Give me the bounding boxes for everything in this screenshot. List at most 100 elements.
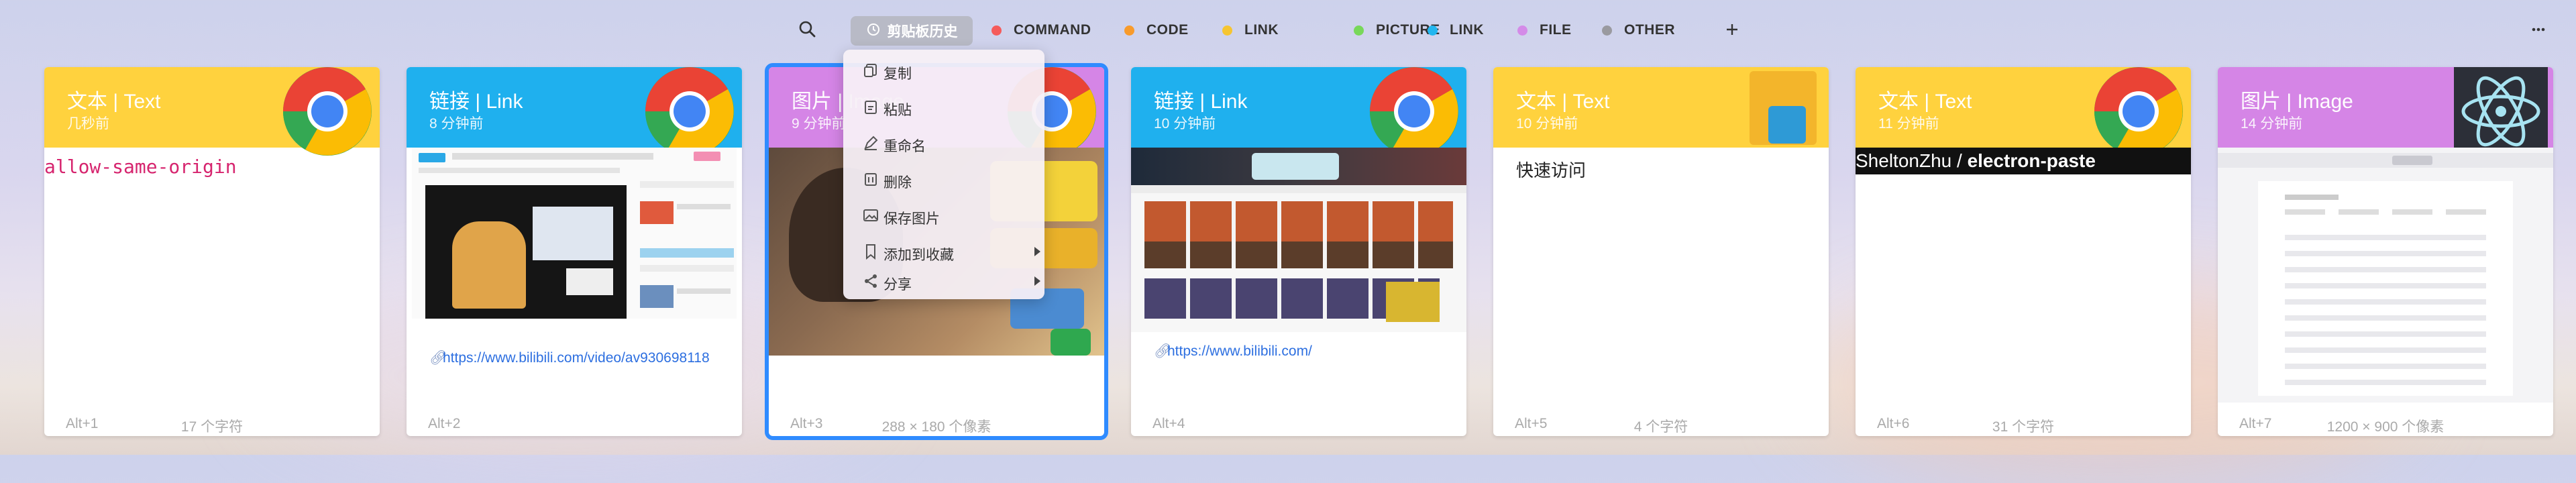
more-icon[interactable] xyxy=(2528,19,2549,40)
category-label: FILE xyxy=(1540,22,1572,38)
submenu-arrow-icon xyxy=(1034,276,1040,286)
menu-item-copy[interactable]: 复制 xyxy=(843,54,1044,87)
menu-item-paste[interactable]: 粘贴 xyxy=(843,90,1044,123)
card-time: 10 分钟前 xyxy=(1154,116,1216,131)
link-icon: 🔗︎ xyxy=(429,350,447,366)
card-link[interactable]: 🔗︎https://www.bilibili.com/video/av93069… xyxy=(429,349,724,368)
search-icon[interactable] xyxy=(797,19,818,40)
card-time: 11 分钟前 xyxy=(1878,116,1939,131)
clip-card[interactable]: 文本 | Text 几秒前 allow-same-origin Alt+1 17… xyxy=(44,67,380,436)
category-code[interactable]: CODE xyxy=(1124,20,1189,40)
card-info: 4 个字符 xyxy=(1633,419,1688,435)
card-header: 链接 | Link 10 分钟前 xyxy=(1131,67,1466,156)
card-link[interactable]: 🔗︎https://www.bilibili.com/ xyxy=(1154,342,1449,361)
card-info: 17 个字符 xyxy=(180,419,244,435)
clip-card[interactable]: 图片 | Image 14 分钟前 Alt+7 1200 × 900 个像素 xyxy=(2218,67,2553,436)
menu-item-label: 保存图片 xyxy=(883,211,940,227)
category-label: OTHER xyxy=(1624,22,1675,38)
repo-name: electron-paste xyxy=(1967,150,2096,171)
card-header: 图片 | Image 14 分钟前 xyxy=(2218,67,2553,158)
card-footer: Alt+7 1200 × 900 个像素 xyxy=(2218,402,2553,436)
image-icon xyxy=(862,207,879,224)
plus-icon[interactable] xyxy=(1721,19,1743,40)
category-dot xyxy=(991,25,1002,36)
category-dot xyxy=(1517,25,1527,36)
card-body: 🔗︎https://www.bilibili.com/video/av93069… xyxy=(407,148,742,402)
card-time: 10 分钟前 xyxy=(1516,116,1578,131)
history-tab-label: 剪贴板历史 xyxy=(887,24,958,40)
card-content: allow-same-origin xyxy=(44,156,237,178)
card-shortcut: Alt+2 xyxy=(428,416,461,431)
page-preview-image xyxy=(412,148,737,319)
electron-icon xyxy=(2454,67,2548,158)
category-dot xyxy=(1354,25,1364,36)
card-time: 14 分钟前 xyxy=(2241,116,2303,131)
chrome-icon xyxy=(645,67,734,156)
menu-item-add-favorite[interactable]: 添加到收藏 xyxy=(843,235,1044,268)
share-icon xyxy=(862,272,879,290)
card-header: 文本 | Text 几秒前 xyxy=(44,67,380,156)
card-title: 文本 | Text xyxy=(1516,91,1610,113)
settings-preview-image xyxy=(2218,148,2553,402)
menu-item-rename[interactable]: 重命名 xyxy=(843,126,1044,160)
chrome-icon xyxy=(1370,67,1458,156)
card-content: SheltonZhu / electron-paste xyxy=(1856,148,2191,174)
chrome-icon xyxy=(2094,67,2183,156)
menu-item-label: 粘贴 xyxy=(883,103,912,118)
repo-owner: SheltonZhu / xyxy=(1856,150,1968,171)
category-file[interactable]: FILE xyxy=(1517,20,1572,40)
category-link[interactable]: LINK xyxy=(1428,20,1484,40)
category-label: LINK xyxy=(1450,22,1484,38)
card-info: 31 个字符 xyxy=(1992,419,2055,435)
card-time: 9 分钟前 xyxy=(792,116,846,131)
card-footer: Alt+5 4 个字符 xyxy=(1493,402,1829,436)
category-label: COMMAND xyxy=(1014,22,1091,38)
page-preview-image xyxy=(1131,148,1466,332)
card-body: 🔗︎https://www.bilibili.com/ xyxy=(1131,148,1466,402)
card-body: allow-same-origin xyxy=(44,148,380,402)
card-body: 快速访问 xyxy=(1493,148,1829,402)
history-tab[interactable]: 剪贴板历史 xyxy=(851,16,973,46)
menu-item-save-image[interactable]: 保存图片 xyxy=(843,199,1044,232)
card-footer: Alt+2 xyxy=(407,402,742,436)
card-time: 几秒前 xyxy=(67,116,109,131)
menu-item-delete[interactable]: 删除 xyxy=(843,162,1044,196)
clock-icon xyxy=(866,22,881,40)
clip-card[interactable]: 链接 | Link 10 分钟前 🔗︎https://www.bilibili.… xyxy=(1131,67,1466,436)
clip-card[interactable]: 文本 | Text 11 分钟前 SheltonZhu / electron-p… xyxy=(1856,67,2191,436)
category-label: LINK xyxy=(1244,22,1279,38)
card-header: 链接 | Link 8 分钟前 xyxy=(407,67,742,156)
menu-item-share[interactable]: 分享 xyxy=(843,264,1044,298)
chrome-icon xyxy=(283,67,372,156)
toolbar: 剪贴板历史 COMMAND CODE LINK PICTURE LINK FIL… xyxy=(0,0,2576,60)
copy-icon xyxy=(862,62,879,79)
card-title: 文本 | Text xyxy=(67,91,161,113)
clip-card[interactable]: 链接 | Link 8 分钟前 🔗︎https://www.bilibili.c… xyxy=(407,67,742,436)
link-url-text: https://www.bilibili.com/video/av9306981… xyxy=(443,350,710,366)
clip-card[interactable]: 文本 | Text 10 分钟前 快速访问 Alt+5 4 个字符 xyxy=(1493,67,1829,436)
card-footer: Alt+6 31 个字符 xyxy=(1856,402,2191,436)
menu-item-label: 重命名 xyxy=(883,139,926,154)
category-command[interactable]: COMMAND xyxy=(991,20,1091,40)
menu-item-label: 分享 xyxy=(883,277,912,292)
category-link-text[interactable]: LINK xyxy=(1222,20,1279,40)
bookmark-icon xyxy=(862,243,879,260)
category-label: CODE xyxy=(1146,22,1189,38)
menu-item-label: 删除 xyxy=(883,175,912,191)
paste-icon xyxy=(862,98,879,115)
card-body xyxy=(2218,148,2553,402)
category-dot xyxy=(1124,25,1134,36)
card-content: 快速访问 xyxy=(1516,160,1587,180)
card-title: 链接 | Link xyxy=(1154,91,1248,113)
delete-icon xyxy=(862,170,879,188)
category-other[interactable]: OTHER xyxy=(1602,20,1675,40)
card-body: SheltonZhu / electron-paste xyxy=(1856,148,2191,402)
link-icon: 🔗︎ xyxy=(1154,343,1172,359)
card-time: 8 分钟前 xyxy=(429,116,484,131)
category-dot xyxy=(1602,25,1612,36)
link-url-text: https://www.bilibili.com/ xyxy=(1167,343,1312,359)
card-footer: Alt+3 288 × 180 个像素 xyxy=(769,402,1104,436)
card-info: 288 × 180 个像素 xyxy=(881,419,991,435)
card-shortcut: Alt+4 xyxy=(1152,416,1185,431)
card-title: 图片 | Image xyxy=(2241,91,2353,113)
